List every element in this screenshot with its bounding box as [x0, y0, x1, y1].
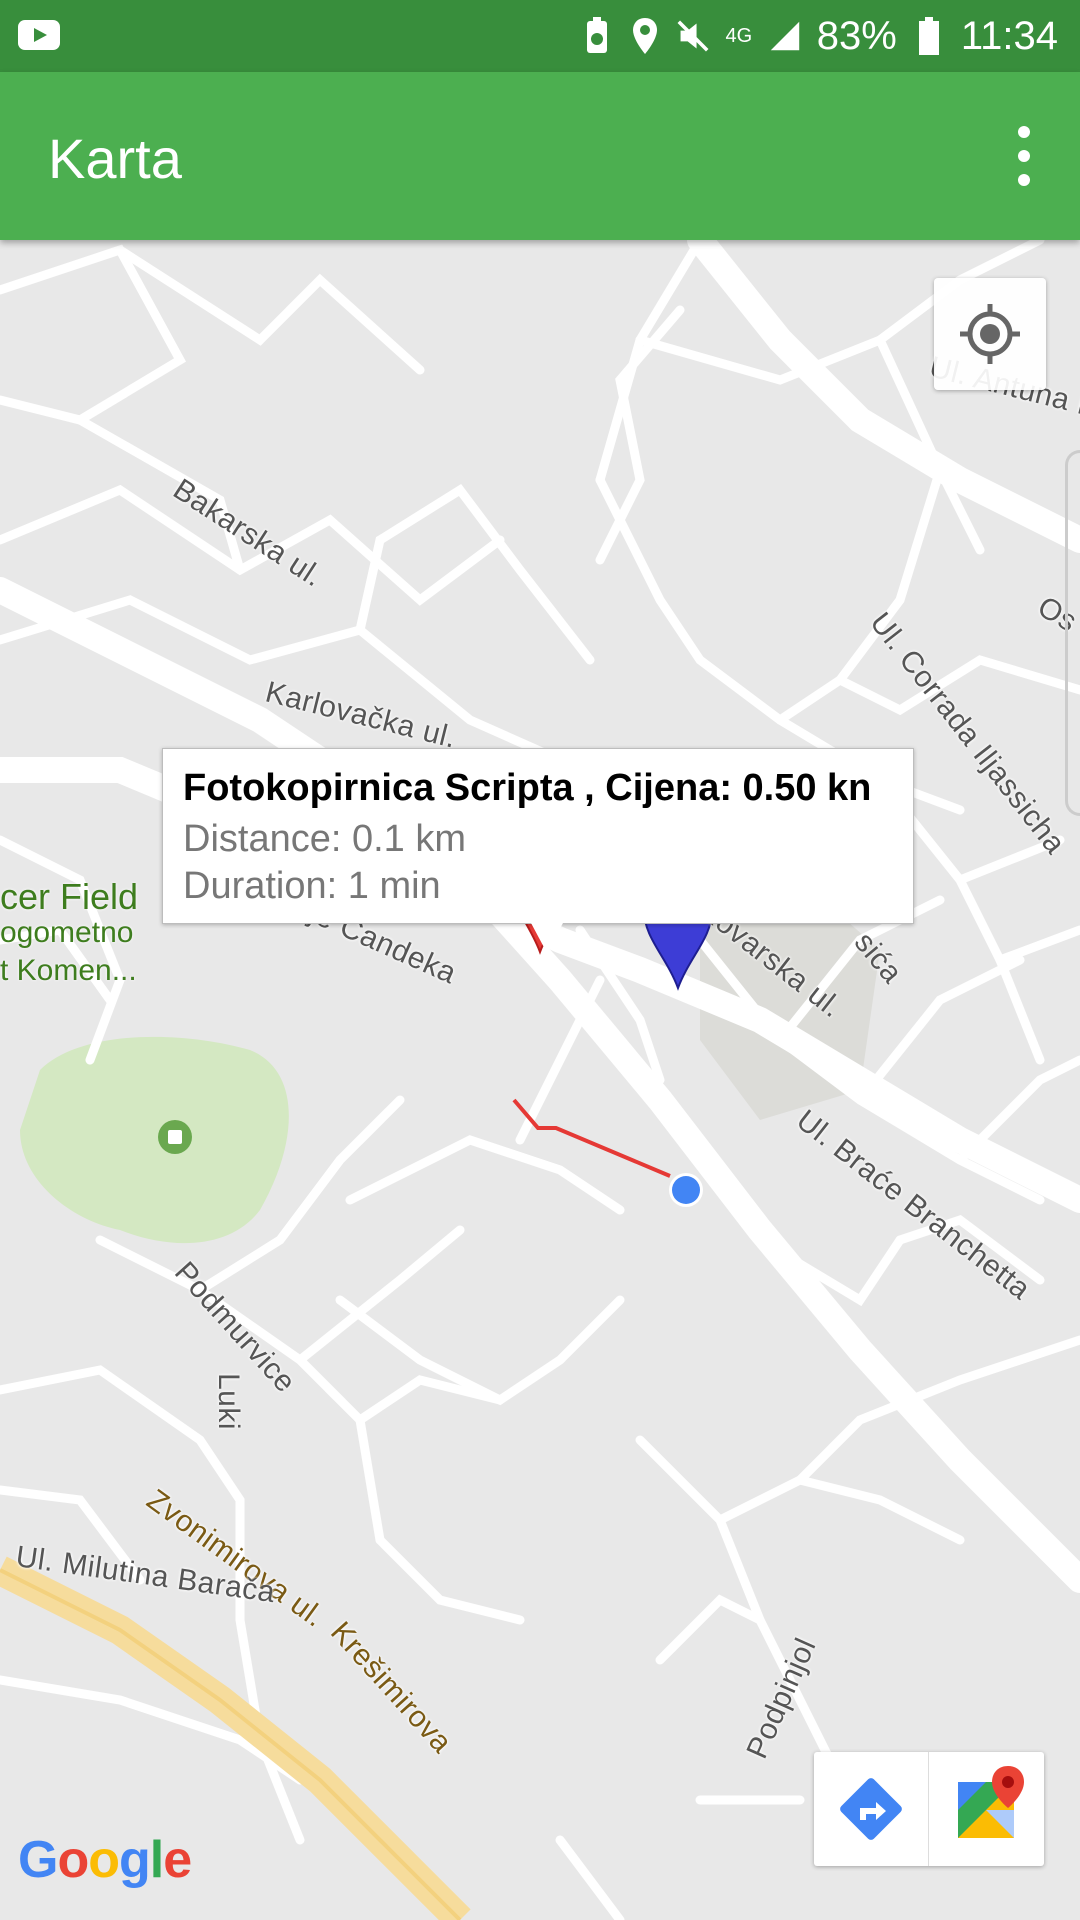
park-area [20, 1036, 289, 1244]
park-label-line2: ogometno [0, 916, 134, 949]
park-label-line3: t Komen... [0, 954, 137, 987]
side-drawer-handle[interactable] [1065, 450, 1080, 816]
google-logo: Google [18, 1831, 192, 1889]
my-location-icon [960, 304, 1020, 364]
location-icon [629, 16, 661, 56]
directions-icon [840, 1778, 902, 1840]
map-toolbar [814, 1752, 1044, 1866]
signal-icon [769, 16, 801, 56]
map-canvas [0, 240, 1080, 1920]
battery-saver-icon [581, 16, 613, 56]
youtube-icon [18, 20, 60, 50]
info-distance: Distance: 0.1 km [183, 818, 466, 860]
my-location-button[interactable] [934, 278, 1046, 390]
app-bar: Karta [0, 72, 1080, 240]
directions-button[interactable] [814, 1752, 929, 1866]
mute-icon [677, 16, 709, 56]
info-duration: Duration: 1 min [183, 865, 441, 907]
battery-icon [913, 16, 945, 56]
google-maps-icon [958, 1766, 1024, 1838]
open-in-maps-button[interactable] [930, 1752, 1044, 1866]
overflow-menu-icon[interactable] [1004, 124, 1044, 188]
my-location-dot [669, 1173, 703, 1207]
clock: 11:34 [960, 13, 1058, 58]
info-title: Fotokopirnica Scripta , Cijena: 0.50 kn [183, 767, 872, 809]
street-label: Luki [212, 1373, 245, 1431]
marker-info-window[interactable]: Fotokopirnica Scripta , Cijena: 0.50 kn … [162, 748, 914, 953]
status-icons: 4G 83% 11:34 [581, 10, 1058, 62]
network-type: 4G [725, 25, 753, 47]
status-bar: 4G 83% 11:34 [0, 0, 1080, 72]
battery-percent: 83% [816, 13, 897, 58]
page-title: Karta [48, 127, 182, 190]
park-poi-icon[interactable] [158, 1120, 192, 1154]
map-view[interactable]: Bakarska ul. Karlovačka ul. Ul. Corrada … [0, 240, 1080, 1920]
park-label-line1: cer Field [0, 876, 139, 917]
